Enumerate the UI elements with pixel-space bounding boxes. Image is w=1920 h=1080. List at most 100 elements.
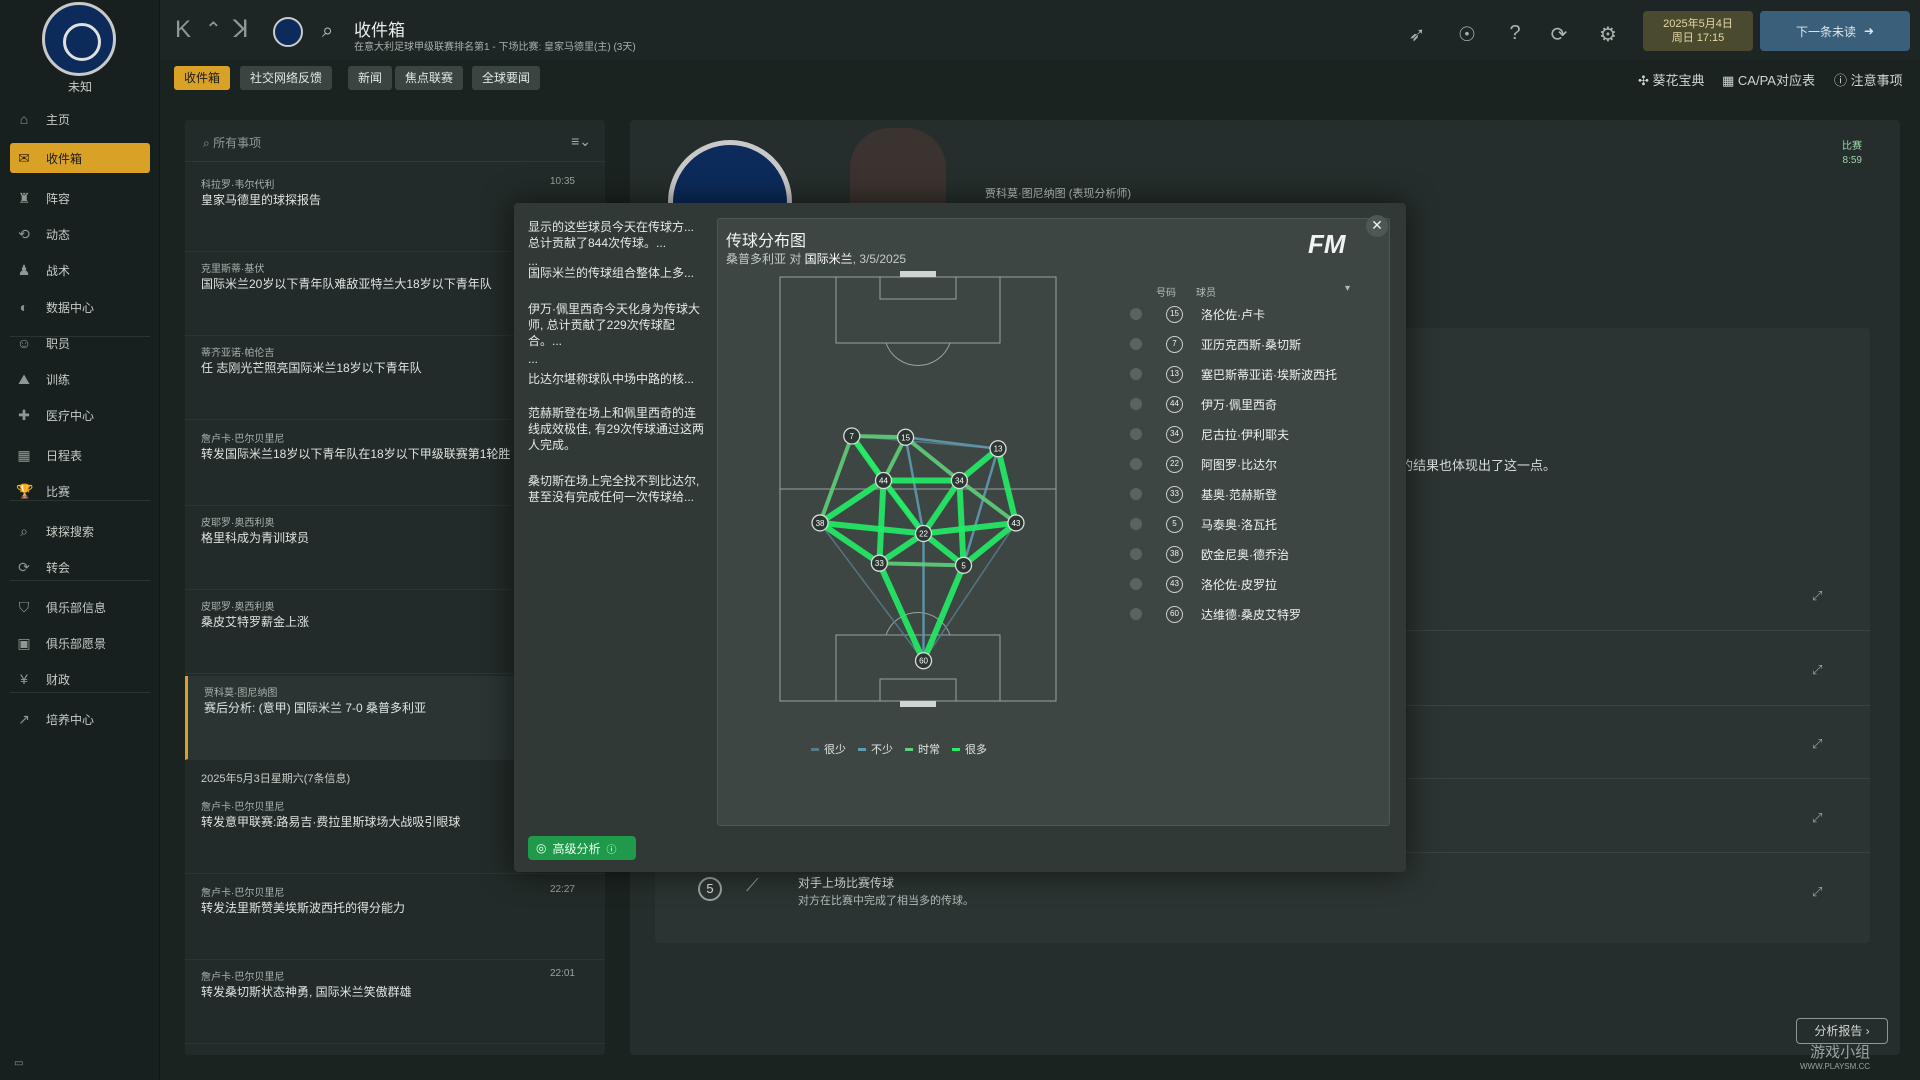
player-toggle[interactable]	[1130, 458, 1142, 470]
column-header-number[interactable]: 号码	[1156, 284, 1176, 299]
pass-link-60-5	[920, 562, 967, 664]
expand-icon[interactable]: ⤢	[1812, 588, 1822, 604]
player-name: 阿图罗·比达尔	[1201, 457, 1277, 472]
player-toggle[interactable]	[1130, 368, 1142, 380]
player-row[interactable]: 22 阿图罗·比达尔	[1130, 453, 1370, 475]
inbox-item[interactable]: 詹卢卡·巴尔贝里尼 转发法里斯赞美埃斯波西托的得分能力 22:27	[185, 876, 605, 960]
legend-swatch	[858, 747, 866, 751]
date-display[interactable]: 2025年5月4日 周日 17:15	[1643, 11, 1753, 51]
expand-icon[interactable]: ⤢	[1812, 736, 1822, 752]
top-link-0[interactable]: ✣ 葵花宝典	[1638, 70, 1705, 89]
player-toggle[interactable]	[1130, 428, 1142, 440]
legend-label: 很多	[965, 744, 987, 756]
player-node-label-60: 60	[919, 657, 928, 666]
back-icon[interactable]: K	[175, 18, 191, 42]
player-row[interactable]: 5 马泰奥·洛瓦托	[1130, 513, 1370, 535]
club-info-icon: ⛉	[18, 599, 30, 615]
tab-3[interactable]: 焦点联赛	[395, 66, 464, 90]
top-arc	[885, 342, 951, 367]
column-header-player[interactable]: 球员	[1196, 284, 1216, 299]
menu-icon[interactable]: ≡⌄	[571, 133, 591, 150]
top-six-yard-box	[879, 276, 957, 300]
expand-icon[interactable]: ⤢	[1812, 662, 1822, 678]
sidebar-item-16[interactable]: ↗ 培养中心	[10, 704, 150, 734]
row-description: 对方在比赛中完成了相当多的传球。	[798, 895, 974, 907]
search-icon[interactable]: ⌕	[322, 20, 333, 43]
sidebar-item-15[interactable]: ¥ 财政	[10, 664, 150, 694]
player-number: 60	[1166, 605, 1183, 623]
inbox-search-input[interactable]: ⌕ 所有事项	[203, 134, 261, 151]
player-row[interactable]: 44 伊万·佩里西奇	[1130, 393, 1370, 415]
refresh-icon[interactable]: ⟳	[1547, 22, 1571, 47]
row-title: 对手上场比赛传球	[798, 876, 895, 890]
sidebar-footer-icon[interactable]: ▭	[14, 1058, 23, 1069]
sidebar-item-6[interactable]: ☺ 职员	[10, 328, 150, 358]
inbox-filter[interactable]: ⌕ 所有事项 ≡⌄	[185, 120, 605, 162]
tab-0[interactable]: 收件箱	[174, 66, 231, 90]
tab-1[interactable]: 社交网络反馈	[240, 66, 333, 90]
sidebar-item-2[interactable]: ♜ 阵容	[10, 183, 150, 213]
sidebar-item-4[interactable]: ♟ 战术	[10, 255, 150, 285]
player-row[interactable]: 34 尼古拉·伊利耶夫	[1130, 423, 1370, 445]
sidebar-item-1[interactable]: ✉ 收件箱	[10, 143, 150, 173]
analysis-report-button[interactable]: 分析报告 ›	[1796, 1018, 1888, 1044]
tab-4[interactable]: 全球要闻	[472, 66, 541, 90]
brain-icon[interactable]: ☉	[1455, 22, 1479, 47]
sidebar-item-label: 主页	[46, 112, 71, 127]
sidebar-item-13[interactable]: ⛉ 俱乐部信息	[10, 592, 150, 622]
player-row[interactable]: 43 洛伦佐·皮罗拉	[1130, 573, 1370, 595]
top-link-1[interactable]: ▦ CA/PA对应表	[1722, 70, 1815, 89]
inbox-time: 22:01	[549, 968, 575, 979]
inbox-subject: 转发意甲联赛:路易吉·费拉里斯球场大战吸引眼球	[201, 815, 461, 829]
sidebar-item-5[interactable]: ◐ 数据中心	[10, 292, 150, 322]
sidebar-item-14[interactable]: ▣ 俱乐部愿景	[10, 628, 150, 658]
club-badge-small[interactable]	[273, 17, 303, 47]
sidebar-item-8[interactable]: ✚ 医疗中心	[10, 400, 150, 430]
player-toggle[interactable]	[1130, 578, 1142, 590]
forward-icon[interactable]: ꓘ	[233, 18, 249, 42]
player-toggle[interactable]	[1130, 518, 1142, 530]
player-toggle[interactable]	[1130, 488, 1142, 500]
advanced-analysis-button[interactable]: ◎ 高级分析 ⓘ	[528, 836, 636, 860]
player-row[interactable]: 38 欧金尼奥·德乔治	[1130, 543, 1370, 565]
player-row[interactable]: 33 基奥·范赫斯登	[1130, 483, 1370, 505]
inbox-sender: 蒂齐亚诺·帕伦吉	[201, 348, 275, 359]
rocket-icon[interactable]: ➶	[1405, 22, 1429, 47]
player-name: 洛伦佐·皮罗拉	[1201, 577, 1277, 592]
sidebar-item-7[interactable]: ⛰ 训练	[10, 364, 150, 394]
sidebar-item-0[interactable]: ⌂ 主页	[10, 104, 150, 134]
player-toggle[interactable]	[1130, 398, 1142, 410]
player-name: 塞巴斯蒂亚诺·埃斯波西托	[1201, 367, 1337, 382]
close-icon[interactable]: ✕	[1366, 215, 1388, 237]
player-toggle[interactable]	[1130, 608, 1142, 620]
sidebar-item-label: 动态	[46, 227, 71, 242]
club-badge[interactable]	[42, 2, 116, 76]
squad-icon: ♜	[17, 190, 31, 206]
sidebar-item-12[interactable]: ⟳ 转会	[10, 552, 150, 582]
sidebar-item-label: 转会	[46, 560, 71, 575]
tab-2[interactable]: 新闻	[348, 66, 393, 90]
sidebar-item-10[interactable]: 🏆 比赛	[10, 476, 150, 506]
player-row[interactable]: 15 洛伦佐·卢卡	[1130, 303, 1370, 325]
up-down-icon[interactable]: ⌃	[205, 18, 222, 42]
sidebar-item-9[interactable]: ▦ 日程表	[10, 440, 150, 470]
sidebar-item-3[interactable]: ⟲ 动态	[10, 219, 150, 249]
player-toggle[interactable]	[1130, 338, 1142, 350]
expand-icon[interactable]: ⤢	[1812, 884, 1822, 900]
sidebar-item-11[interactable]: ⌕ 球探搜索	[10, 516, 150, 546]
gear-icon[interactable]: ⚙	[1596, 22, 1620, 47]
watermark-url: WWW.PLAYSM.CC	[1800, 1062, 1871, 1071]
player-row[interactable]: 60 达维德·桑皮艾特罗	[1130, 603, 1370, 625]
inbox-item[interactable]: 詹卢卡·巴尔贝里尼 转发桑切斯状态神勇, 国际米兰笑傲群雄 22:01	[185, 960, 605, 1044]
next-unread-button[interactable]: 下一条未读 ➜	[1760, 11, 1910, 51]
home-icon: ⌂	[19, 111, 29, 127]
player-toggle[interactable]	[1130, 308, 1142, 320]
help-icon[interactable]: ?	[1503, 22, 1527, 45]
top-link-2[interactable]: ⓘ 注意事项	[1834, 70, 1903, 89]
sort-icon[interactable]: ▾	[1345, 283, 1350, 294]
player-row[interactable]: 7 亚历克西斯·桑切斯	[1130, 333, 1370, 355]
player-row[interactable]: 13 塞巴斯蒂亚诺·埃斯波西托	[1130, 363, 1370, 385]
insight-text: 桑切斯在场上完全找不到比达尔, 甚至没有完成任何一次传球给...	[528, 474, 700, 504]
expand-icon[interactable]: ⤢	[1812, 810, 1822, 826]
player-toggle[interactable]	[1130, 548, 1142, 560]
